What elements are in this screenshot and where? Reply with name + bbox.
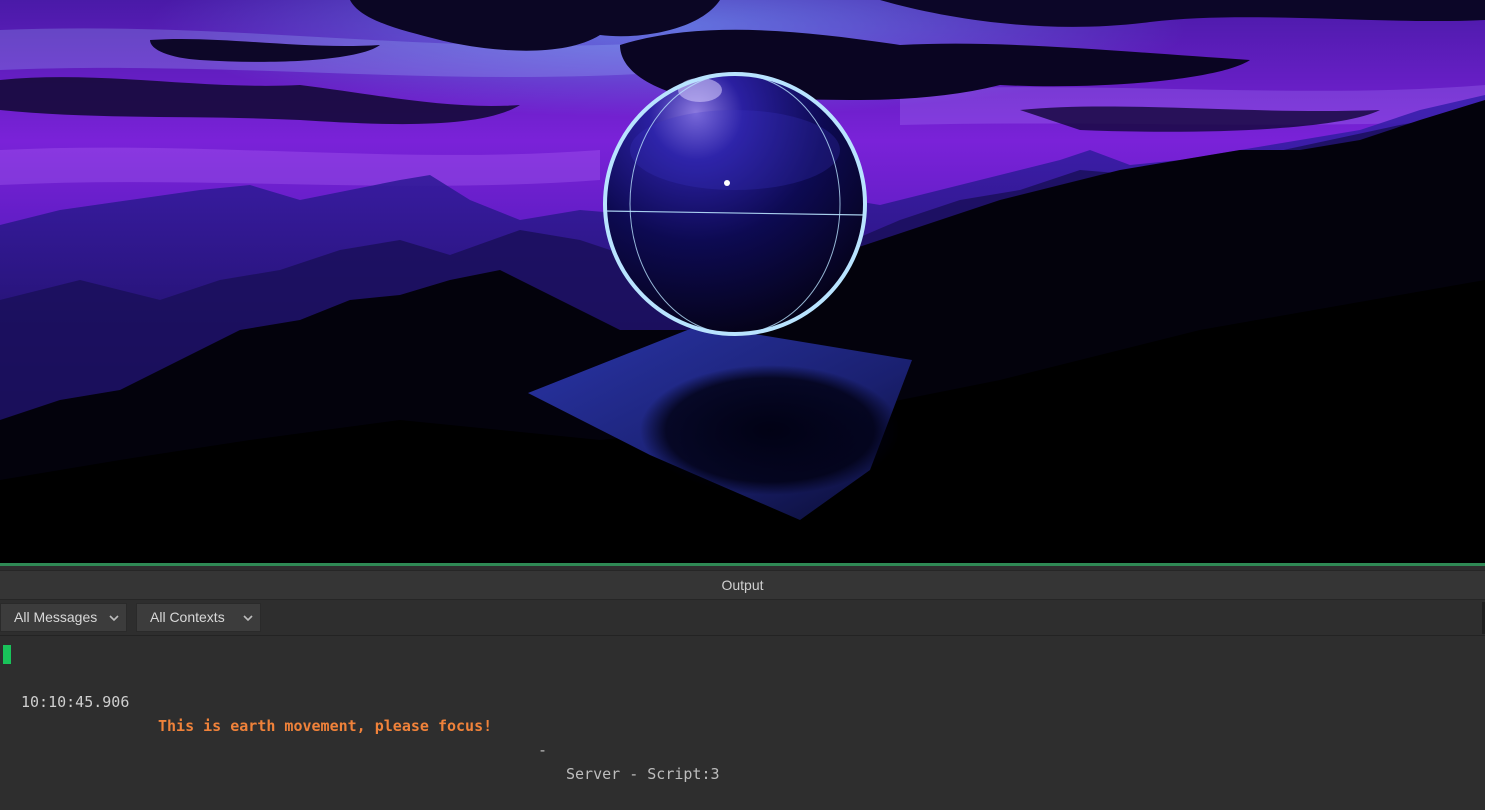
chevron-down-icon — [243, 615, 253, 622]
contexts-filter-label: All Contexts — [150, 609, 225, 625]
output-filter-bar: All Messages All Contexts — [0, 600, 1485, 636]
log-timestamp: 10:10:45.906 — [21, 693, 130, 711]
log-entry[interactable]: 10:10:45.906 This is earth movement, ple… — [0, 642, 1485, 783]
output-title: Output — [721, 577, 764, 593]
output-titlebar: Output — [0, 570, 1485, 600]
log-source-link[interactable]: Server - Script:3 — [566, 762, 720, 786]
log-level-marker — [3, 645, 11, 664]
output-log[interactable]: 10:10:45.906 This is earth movement, ple… — [0, 636, 1485, 783]
contexts-filter-dropdown[interactable]: All Contexts — [136, 603, 261, 632]
selected-sphere[interactable] — [603, 72, 867, 336]
output-panel: Output All Messages All Contexts 10:10:4… — [0, 566, 1485, 783]
messages-filter-label: All Messages — [14, 609, 98, 625]
chevron-down-icon — [109, 615, 119, 622]
log-separator: - — [538, 741, 548, 759]
3d-viewport[interactable] — [0, 0, 1485, 563]
scene-render — [0, 0, 1485, 563]
log-message: This is earth movement, please focus! — [158, 717, 493, 735]
messages-filter-dropdown[interactable]: All Messages — [0, 603, 127, 632]
sphere-shadow — [640, 365, 900, 495]
